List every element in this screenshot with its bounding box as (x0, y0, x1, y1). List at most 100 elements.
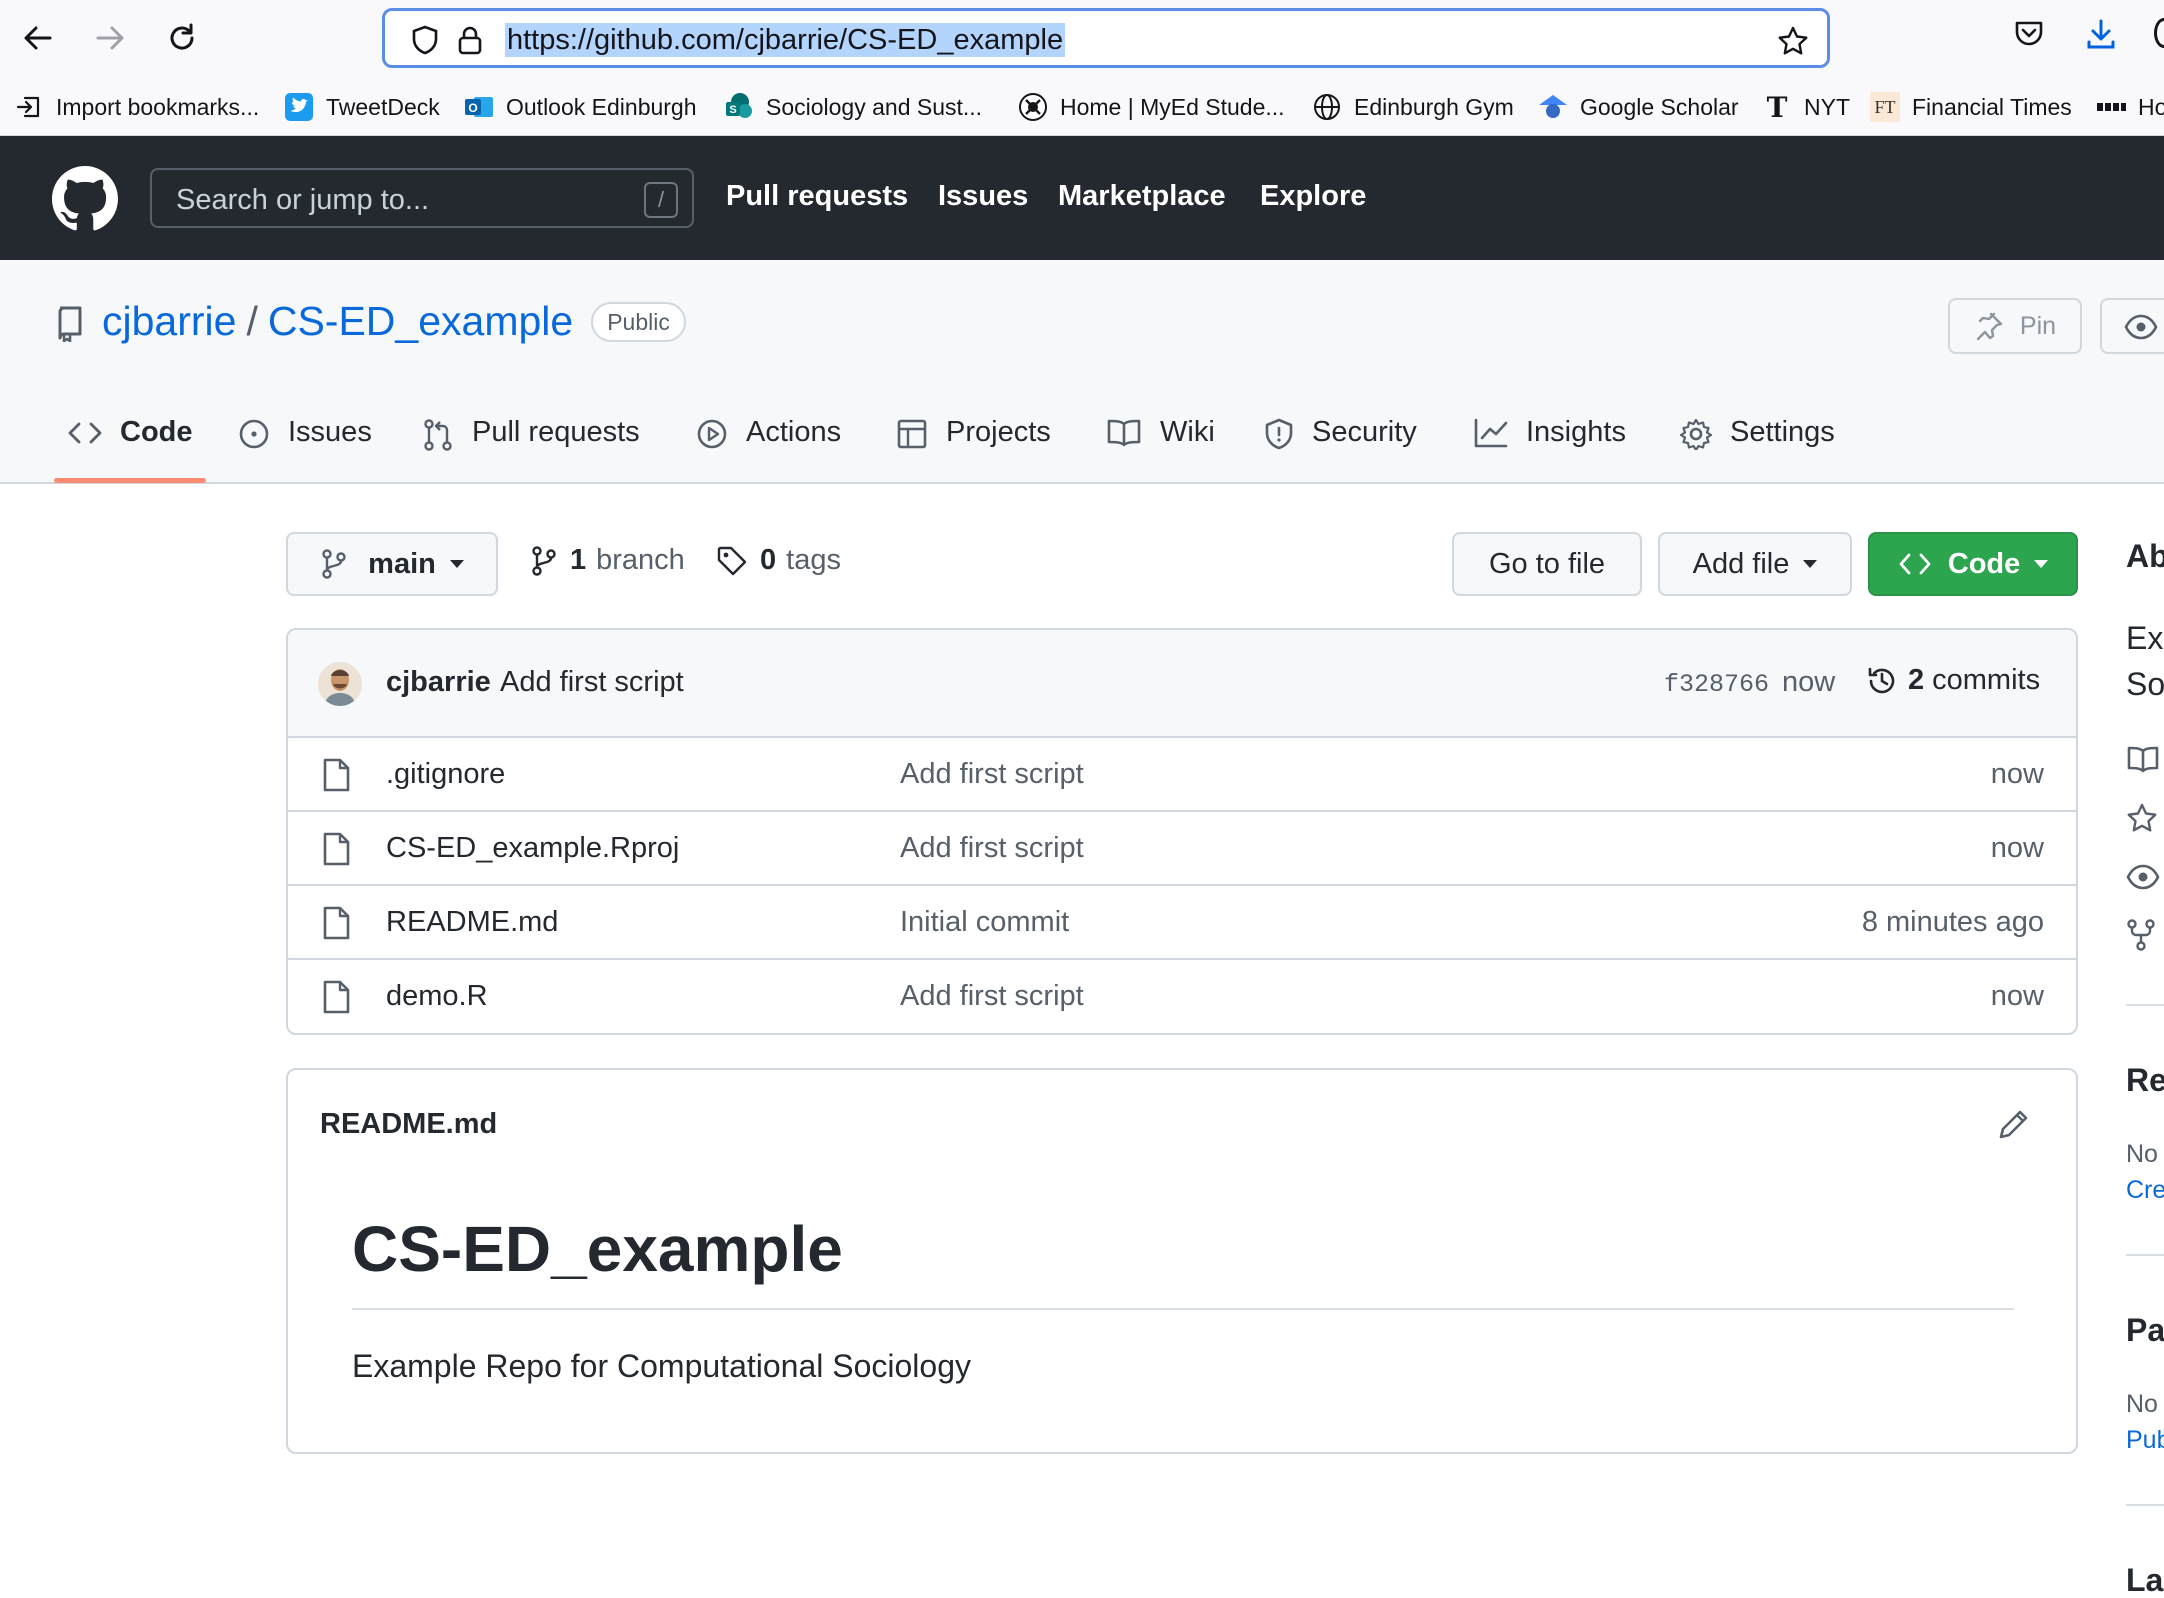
nav-pull-requests[interactable]: Pull requests (726, 180, 908, 213)
file-age: now (1990, 758, 2044, 790)
pin-icon (1976, 312, 2003, 341)
tab-insights[interactable]: Insights (1474, 416, 1626, 484)
repo-name-link[interactable]: CS-ED_example (268, 298, 573, 345)
active-tab-indicator (54, 478, 206, 483)
eye-icon[interactable] (2126, 864, 2160, 890)
file-age: 8 minutes ago (1861, 906, 2044, 938)
url-bar[interactable]: https://github.com/cjbarrie/CS-ED_exampl… (382, 8, 1830, 68)
star-icon[interactable] (2126, 802, 2158, 834)
url-text[interactable]: https://github.com/cjbarrie/CS-ED_exampl… (505, 23, 1066, 57)
file-name-link[interactable]: README.md (386, 906, 558, 939)
readme-divider (352, 1308, 2014, 1310)
bookmark-ft[interactable]: FT Financial Times (1870, 90, 2072, 124)
code-button[interactable]: Code (1868, 532, 2078, 596)
nav-explore[interactable]: Explore (1260, 180, 1366, 213)
repo-owner-link[interactable]: cjbarrie (102, 298, 236, 345)
commit-author-link[interactable]: cjbarrie (386, 666, 491, 699)
commit-message-link[interactable]: Add first script (500, 666, 684, 699)
sharepoint-icon: S (724, 92, 754, 122)
bookmarks-bar: Import bookmarks... TweetDeck O Outlook … (0, 78, 2164, 136)
bookmark-gym[interactable]: Edinburgh Gym (1312, 90, 1514, 124)
pocket-icon[interactable] (2014, 18, 2044, 48)
issue-icon (239, 419, 269, 449)
table-row: README.md Initial commit 8 minutes ago (288, 886, 2076, 960)
readme-book-icon[interactable] (2126, 746, 2160, 774)
tab-wiki[interactable]: Wiki (1106, 416, 1215, 484)
publish-package-link[interactable]: Pub (2126, 1426, 2164, 1455)
bookmark-nyt[interactable]: T NYT (1762, 90, 1850, 124)
svg-text:S: S (729, 104, 736, 116)
branch-select-button[interactable]: main (286, 532, 498, 596)
github-header: Search or jump to... / Pull requests Iss… (0, 136, 2164, 260)
file-age: now (1990, 832, 2044, 864)
reload-button[interactable] (162, 18, 202, 58)
avatar[interactable] (318, 662, 362, 706)
back-button[interactable] (18, 18, 58, 58)
tab-projects[interactable]: Projects (896, 416, 1051, 484)
about-heading: Ab (2126, 538, 2164, 574)
branches-link[interactable]: 1 branch (530, 544, 685, 577)
file-name-link[interactable]: CS-ED_example.Rproj (386, 832, 679, 865)
tab-issues[interactable]: Issues (238, 416, 372, 484)
branch-icon (322, 549, 346, 579)
file-commit-link[interactable]: Initial commit (900, 906, 1069, 939)
pencil-icon[interactable] (1998, 1108, 2030, 1140)
tab-actions[interactable]: Actions (696, 416, 841, 484)
account-icon[interactable] (2154, 18, 2164, 48)
languages-heading: La (2126, 1562, 2164, 1598)
graph-icon (1474, 418, 1508, 448)
bookmark-outlook[interactable]: O Outlook Edinburgh (464, 90, 697, 124)
tag-icon (717, 546, 747, 575)
reload-icon (170, 23, 194, 50)
tab-settings[interactable]: Settings (1680, 416, 1835, 484)
file-commit-link[interactable]: Add first script (900, 832, 1084, 865)
sidebar-divider (2126, 1254, 2164, 1256)
bookmark-tweetdeck[interactable]: TweetDeck (284, 90, 440, 124)
bookmark-scholar[interactable]: Google Scholar (1538, 90, 1739, 124)
bookmark-star-icon[interactable] (1777, 25, 1809, 57)
pull-request-icon (424, 419, 452, 451)
tracking-shield-icon (412, 25, 438, 55)
readme-filename[interactable]: README.md (320, 1108, 497, 1141)
bookmark-sociology[interactable]: S Sociology and Sust... (724, 90, 982, 124)
nav-issues[interactable]: Issues (938, 180, 1028, 213)
add-file-button[interactable]: Add file (1658, 532, 1852, 596)
nav-marketplace[interactable]: Marketplace (1058, 180, 1226, 213)
commit-sha-link[interactable]: f328766 (1664, 670, 1769, 699)
search-placeholder: Search or jump to... (176, 184, 430, 216)
watch-button[interactable] (2100, 298, 2164, 354)
myed-icon (1018, 92, 1048, 122)
commits-link[interactable]: 2 commits (1866, 664, 2040, 697)
play-icon (697, 419, 727, 449)
fork-icon[interactable] (2126, 918, 2156, 952)
file-name-link[interactable]: .gitignore (386, 758, 505, 791)
releases-heading[interactable]: Re (2126, 1062, 2164, 1099)
bookmark-myed[interactable]: Home | MyEd Stude... (1018, 90, 1285, 124)
packages-heading[interactable]: Pa (2126, 1312, 2164, 1349)
downloads-icon[interactable] (2086, 18, 2116, 50)
tab-pull-requests[interactable]: Pull requests (422, 416, 640, 484)
tab-security[interactable]: Security (1264, 416, 1417, 484)
pin-button[interactable]: Pin (1948, 298, 2082, 354)
bookmark-import[interactable]: Import bookmarks... (14, 90, 259, 124)
file-commit-link[interactable]: Add first script (900, 980, 1084, 1013)
table-icon (897, 419, 927, 449)
bookmark-more[interactable]: Ho (2096, 90, 2164, 124)
go-to-file-button[interactable]: Go to file (1452, 532, 1642, 596)
forward-arrow-icon (96, 26, 124, 50)
forward-button[interactable] (90, 18, 130, 58)
file-browser: cjbarrie Add first script f328766 now 2 … (286, 628, 2078, 1035)
about-description-line1: Ex (2126, 620, 2164, 656)
sidebar-divider (2126, 1004, 2164, 1006)
tags-link[interactable]: 0 tags (716, 544, 841, 577)
file-commit-link[interactable]: Add first script (900, 758, 1084, 791)
github-logo-icon[interactable] (52, 166, 118, 232)
create-release-link[interactable]: Cre (2126, 1176, 2164, 1205)
tab-code[interactable]: Code (68, 416, 193, 484)
ft-icon: FT (1870, 92, 1900, 122)
latest-commit-row: cjbarrie Add first script f328766 now 2 … (288, 630, 2076, 738)
branch-icon (532, 545, 556, 576)
search-input[interactable]: Search or jump to... / (150, 168, 694, 228)
file-name-link[interactable]: demo.R (386, 980, 488, 1013)
globe-icon (1312, 92, 1342, 122)
